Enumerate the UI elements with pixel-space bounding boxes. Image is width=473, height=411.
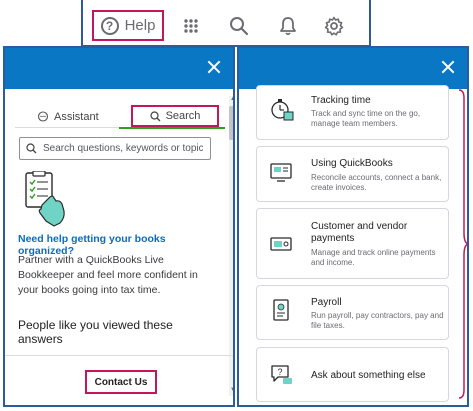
- card-description: Track and sync time on the go, manage te…: [311, 109, 421, 128]
- bell-icon[interactable]: [277, 15, 299, 37]
- help-label: Help: [124, 17, 156, 34]
- people-viewed-heading: People like you viewed these answers: [18, 318, 173, 346]
- stopwatch-icon: [271, 99, 294, 121]
- apps-grid-icon[interactable]: [180, 15, 202, 37]
- panel-header: [239, 48, 467, 89]
- card-description: Reconcile accounts, connect a bank, crea…: [311, 173, 442, 192]
- search-input[interactable]: [43, 143, 203, 154]
- card-title: Using QuickBooks: [311, 158, 393, 169]
- money-icon: [270, 237, 292, 251]
- footer-divider: [5, 355, 233, 356]
- tab-search-label: Search: [165, 110, 201, 122]
- scroll-down-arrow-icon[interactable]: ▼: [230, 387, 233, 393]
- topic-card-ask-something-else[interactable]: ? Ask about something else: [256, 347, 449, 402]
- panel-header: [5, 48, 233, 89]
- help-panel-search: Assistant Search Need help getting your …: [3, 46, 235, 407]
- scrollbar[interactable]: ▲ ▼: [229, 96, 233, 396]
- card-description: Manage and track online payments and inc…: [311, 248, 436, 267]
- tab-assistant[interactable]: Assistant: [37, 106, 99, 128]
- search-field[interactable]: [19, 137, 211, 160]
- gear-icon[interactable]: [323, 15, 345, 37]
- topic-card-payroll[interactable]: Payroll Run payroll, pay contractors, pa…: [256, 285, 449, 340]
- chat-question-icon: ?: [271, 365, 292, 384]
- search-icon[interactable]: [228, 15, 250, 37]
- close-icon[interactable]: [441, 60, 455, 74]
- card-title: Ask about something else: [311, 370, 426, 381]
- chat-bubble-icon: [37, 111, 49, 122]
- help-tabs: Assistant Search: [15, 105, 225, 129]
- topic-card-customer-vendor-payments[interactable]: Customer and vendor payments Manage and …: [256, 208, 449, 279]
- card-description: Run payroll, pay contractors, pay and fi…: [311, 311, 444, 330]
- grouping-brace: [458, 89, 467, 399]
- topic-card-using-quickbooks[interactable]: Using QuickBooks Reconcile accounts, con…: [256, 146, 449, 202]
- svg-text:?: ?: [277, 367, 282, 377]
- topic-card-tracking-time[interactable]: Tracking time Track and sync time on the…: [256, 85, 449, 140]
- tab-search[interactable]: Search: [131, 105, 219, 127]
- help-panel-topics: Tracking time Track and sync time on the…: [237, 46, 469, 407]
- promo-text: Partner with a QuickBooks Live Bookkeepe…: [18, 254, 198, 296]
- search-icon: [26, 143, 37, 154]
- card-title: Tracking time: [311, 95, 371, 106]
- help-button[interactable]: ? Help: [92, 10, 164, 41]
- payroll-document-icon: [273, 299, 289, 321]
- computer-icon: [270, 163, 292, 182]
- scroll-up-arrow-icon[interactable]: ▲: [230, 96, 233, 102]
- scroll-thumb[interactable]: [229, 106, 233, 140]
- close-icon[interactable]: [207, 60, 221, 74]
- search-icon: [149, 110, 161, 121]
- tab-assistant-label: Assistant: [54, 111, 99, 123]
- card-title: Customer and vendor payments: [311, 221, 408, 244]
- active-tab-underline: [119, 127, 225, 129]
- card-title: Payroll: [311, 297, 342, 308]
- top-toolbar: ? Help: [81, 0, 371, 47]
- checklist-hand-icon: [25, 171, 65, 227]
- question-circle-icon: ?: [100, 16, 119, 35]
- contact-us-button[interactable]: Contact Us: [85, 370, 157, 394]
